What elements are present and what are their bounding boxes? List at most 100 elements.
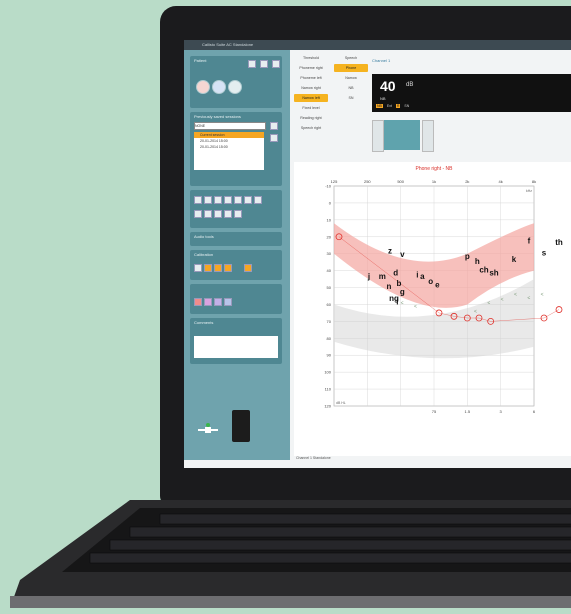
session-item[interactable]: 20-01-2014 15:00: [194, 144, 264, 150]
tool-button[interactable]: [204, 196, 212, 204]
phoneme-label: a: [420, 272, 425, 281]
phoneme-label: i: [416, 270, 418, 279]
tool-button[interactable]: [214, 196, 222, 204]
tool-button[interactable]: [194, 210, 202, 218]
x-tick-label-top: 2k: [465, 179, 469, 184]
ucl-marker: <: [474, 309, 477, 315]
right-ear-icon[interactable]: [196, 80, 210, 94]
fg-panel: [190, 284, 282, 314]
y-tick-label: 80: [327, 336, 332, 341]
refresh-icon[interactable]: [270, 122, 278, 130]
y-tick-label: 50: [327, 285, 332, 290]
phoneme-label: th: [555, 238, 563, 247]
mode-list: Threshold Phoneme right Phoneme left Nar…: [294, 54, 374, 164]
mode-item-selected[interactable]: Phone: [334, 64, 368, 72]
tool-button[interactable]: [234, 210, 242, 218]
connection-icon: [196, 422, 220, 438]
tag: SN: [404, 104, 410, 108]
mode-item[interactable]: Speech: [334, 54, 368, 62]
audiogram-panel: Phone right - NB -10 0 10 20 30 40 50 60 70 80 90 10…: [294, 162, 571, 456]
audio-tools-panel: Audio tools: [190, 232, 282, 246]
tool-button[interactable]: [224, 210, 232, 218]
calibration-panel: Calibration: [190, 250, 282, 280]
calib-button[interactable]: [244, 264, 252, 272]
info-button[interactable]: [272, 60, 280, 68]
print-button[interactable]: [248, 60, 256, 68]
tag: NB: [376, 104, 383, 108]
laptop-keyboard-base: [10, 500, 571, 608]
y-tick-label: 70: [327, 319, 332, 324]
patient-panel-title: Patient: [194, 58, 207, 63]
comment-field[interactable]: [194, 336, 278, 358]
sessions-select[interactable]: NONE: [194, 122, 266, 130]
phoneme-label: m: [379, 272, 386, 281]
mode-item[interactable]: SN: [334, 94, 368, 102]
comment-panel: Comments: [190, 318, 282, 364]
mode-item-selected[interactable]: Narrow left: [294, 94, 328, 102]
tag: R: [395, 104, 401, 108]
phoneme-label: e: [435, 281, 440, 290]
calib-button[interactable]: [204, 264, 212, 272]
calib-button[interactable]: [224, 264, 232, 272]
mode-item[interactable]: Narrow: [334, 74, 368, 82]
y-tick-label: 100: [324, 370, 331, 375]
mode-item[interactable]: Narrow right: [294, 84, 328, 92]
channel-tags: NB Ext R SN: [376, 104, 409, 108]
y-tick-label: 40: [327, 268, 332, 273]
level-value: 40: [380, 78, 396, 94]
mode-item[interactable]: Fixed level: [294, 104, 328, 112]
tools-panel: [190, 190, 282, 228]
tool-button[interactable]: [244, 196, 252, 204]
mode-item[interactable]: Speech right: [294, 124, 328, 132]
y-tick-label: 30: [327, 251, 332, 256]
tool-button[interactable]: [214, 210, 222, 218]
calibration-title: Calibration: [194, 252, 214, 257]
ucl-marker: <: [501, 297, 504, 303]
phoneme-label: p: [465, 252, 470, 261]
tool-button[interactable]: [204, 210, 212, 218]
mode-item[interactable]: Phoneme left: [294, 74, 328, 82]
sessions-panel: Previously saved sessions NONE Current s…: [190, 112, 282, 186]
threshold-marker: [555, 306, 563, 313]
save-button[interactable]: [260, 60, 268, 68]
y-tick-label: 110: [325, 387, 332, 392]
mode-item[interactable]: Threshold: [294, 54, 328, 62]
patient-panel: Patient: [190, 56, 282, 108]
x-tick-label-bottom: 1.5: [465, 409, 471, 414]
tool-button[interactable]: [194, 196, 202, 204]
fg-button[interactable]: [214, 298, 222, 306]
mode-item[interactable]: NB: [334, 84, 368, 92]
x-tick-label-top: 250: [364, 179, 371, 184]
tool-button[interactable]: [224, 196, 232, 204]
chart-title: Phone right - NB: [416, 166, 454, 172]
window-title: Callisto Suite AC Standalone: [184, 40, 571, 50]
y-tick-label: 60: [327, 302, 332, 307]
binaural-icon[interactable]: [228, 80, 242, 94]
arrow-left-button[interactable]: [372, 120, 384, 152]
fg-button[interactable]: [194, 298, 202, 306]
phoneme-label: sh: [489, 269, 498, 278]
audiogram-chart[interactable]: Phone right - NB -10 0 10 20 30 40 50 60 70 80 90 10…: [294, 162, 571, 456]
phoneme-label: ch: [479, 265, 488, 274]
phoneme-label: k: [512, 255, 517, 264]
phoneme-label: d: [393, 269, 398, 278]
mode-item[interactable]: Phoneme right: [294, 64, 328, 72]
arrow-right-button[interactable]: [422, 120, 434, 152]
mode-item[interactable]: Reading right: [294, 114, 328, 122]
fg-button[interactable]: [224, 298, 232, 306]
x-tick-label-top: 1k: [432, 179, 436, 184]
tool-button[interactable]: [234, 196, 242, 204]
sessions-title: Previously saved sessions: [194, 114, 241, 119]
phoneme-label: n: [387, 282, 392, 291]
delete-icon[interactable]: [270, 134, 278, 142]
stimulus-button[interactable]: [384, 120, 420, 150]
fg-button[interactable]: [204, 298, 212, 306]
left-ear-icon[interactable]: [212, 80, 226, 94]
audio-tools-title: Audio tools: [194, 234, 214, 239]
calib-button[interactable]: [214, 264, 222, 272]
tool-button[interactable]: [254, 196, 262, 204]
calib-button[interactable]: [194, 264, 202, 272]
fg-title: [190, 284, 282, 293]
y-unit-label: dB HL: [336, 401, 346, 405]
tag: Ext: [386, 104, 392, 108]
